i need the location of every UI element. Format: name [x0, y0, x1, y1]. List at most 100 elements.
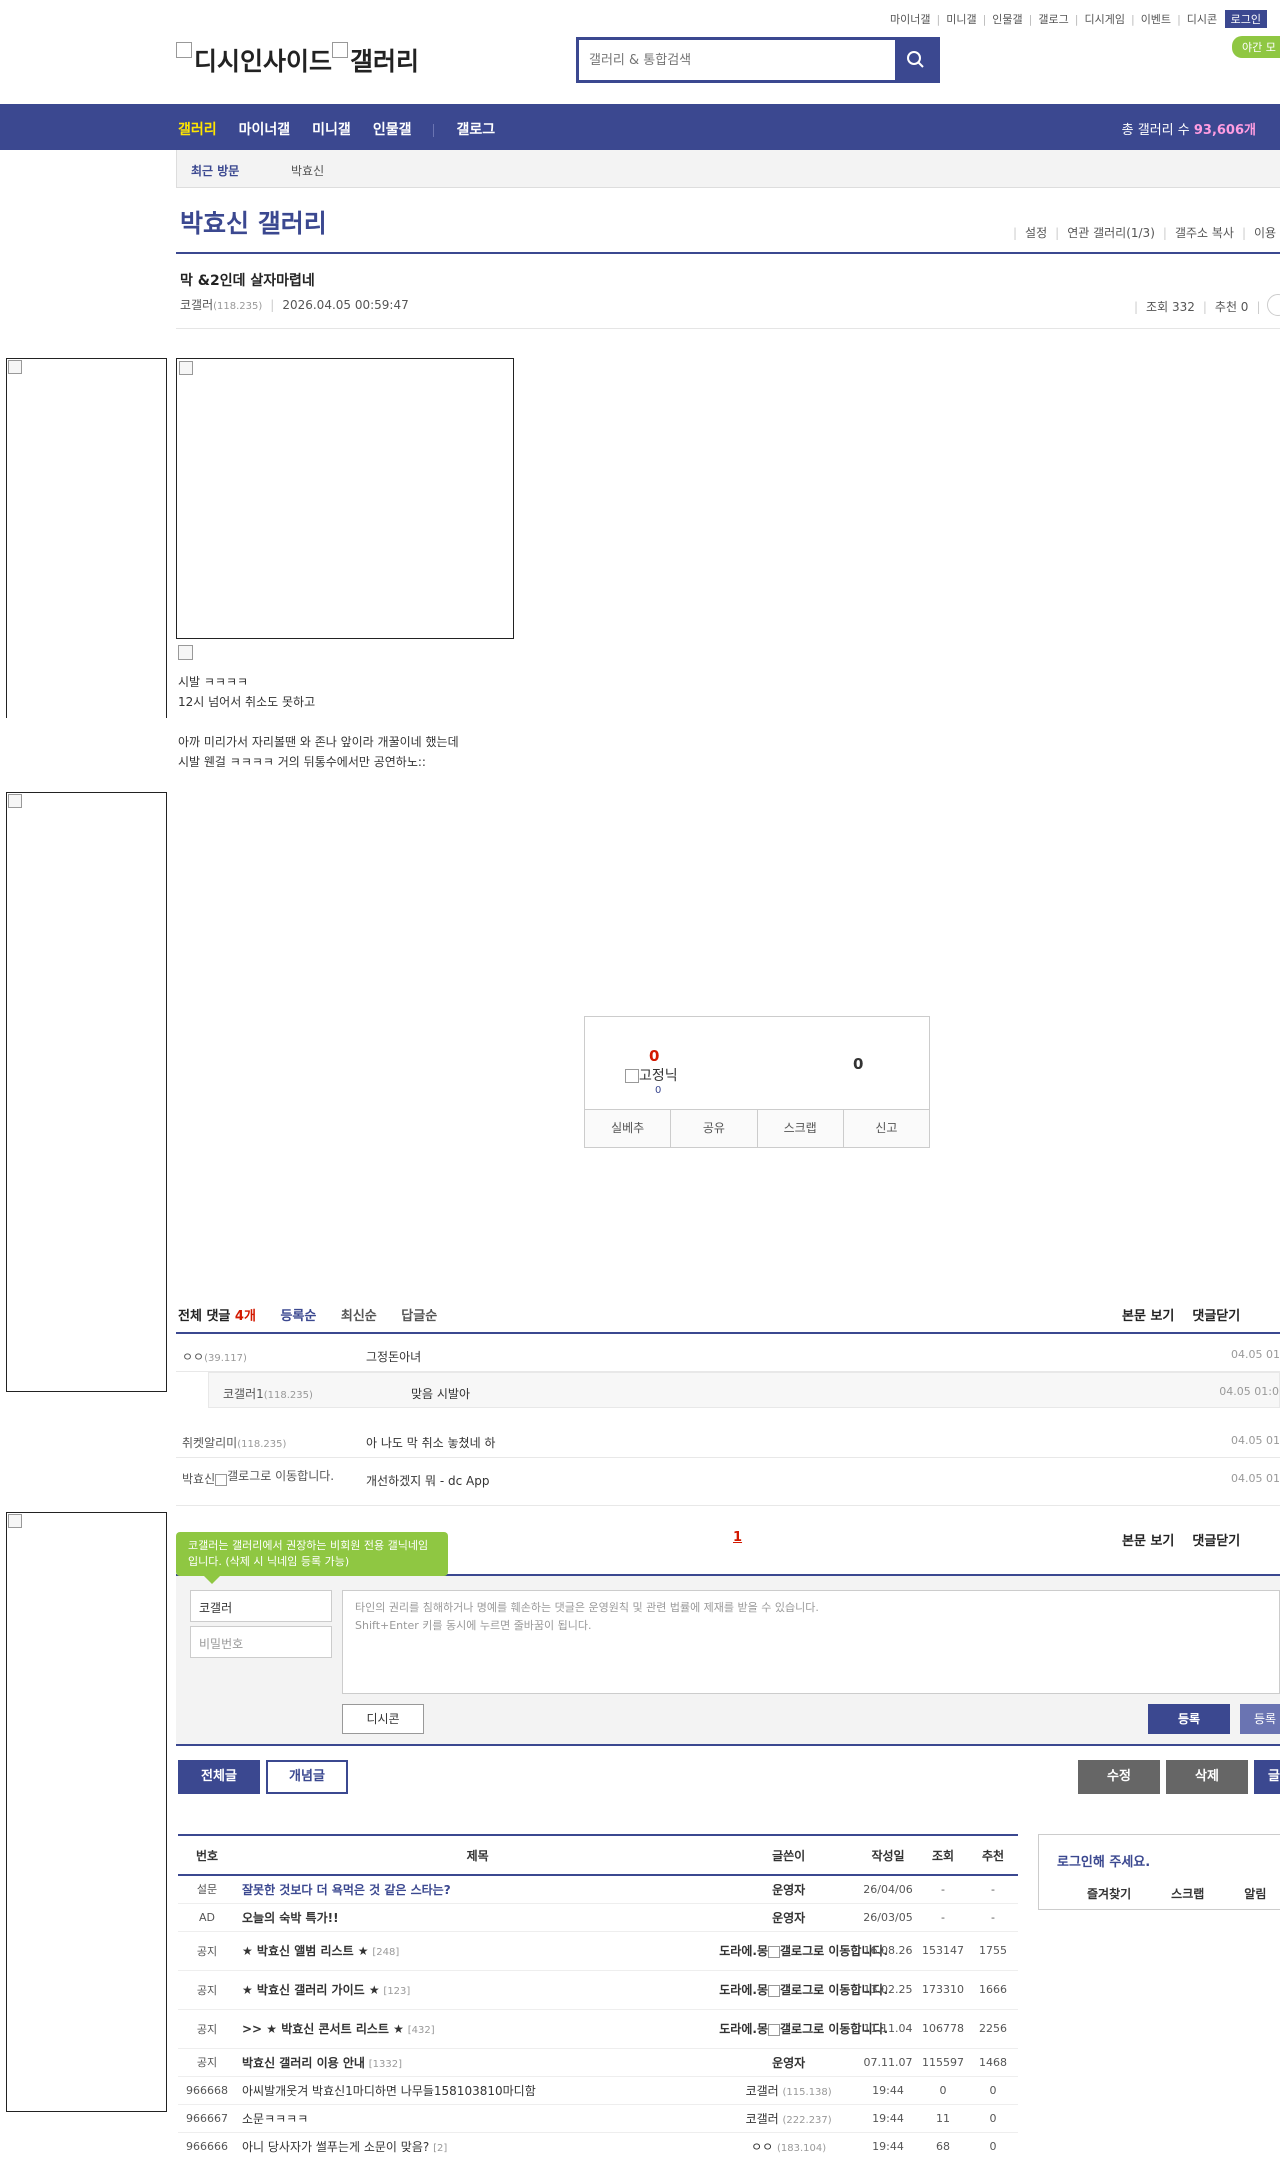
- table-row[interactable]: 966667 소문ㅋㅋㅋㅋ 코갤러 (222.237) 19:44 11 0: [178, 2104, 1018, 2133]
- dccon-button[interactable]: 디시콘: [342, 1704, 424, 1734]
- nav-item-mini[interactable]: 미니갤: [312, 122, 351, 138]
- recent-visit-item[interactable]: 박효신: [291, 162, 324, 179]
- top-link-mini[interactable]: 미니갤: [946, 13, 976, 26]
- top-link-person[interactable]: 인물갤: [992, 13, 1022, 26]
- row-writer[interactable]: 도라에.몽: [719, 1983, 768, 1997]
- login-prompt[interactable]: 로그인해 주세요.: [1057, 1851, 1150, 1870]
- row-subject[interactable]: 아니 당사자가 썰푸는게 소문이 맞음?: [242, 2140, 429, 2154]
- night-mode-toggle[interactable]: 야간 모: [1232, 36, 1280, 58]
- sort-by-replies[interactable]: 답글순: [401, 1309, 437, 1324]
- gallery-title[interactable]: 박효신 갤러리: [180, 204, 327, 240]
- more-options-button[interactable]: [1267, 294, 1280, 316]
- table-row[interactable]: 공지 ★ 박효신 앨범 리스트 ★ [248] 도라에.몽 갤로그로 이동합니다.…: [178, 1931, 1018, 1971]
- best-recommend-button[interactable]: 실베추: [585, 1110, 672, 1147]
- favorites-link[interactable]: 즐겨찾기: [1087, 1887, 1131, 1901]
- gallog-move-label[interactable]: 갤로그로 이동합니다.: [780, 1983, 888, 1998]
- delete-button[interactable]: 삭제: [1166, 1760, 1248, 1794]
- search-input[interactable]: [579, 40, 895, 80]
- row-writer[interactable]: 도라에.몽: [719, 2022, 768, 2036]
- comment-nick[interactable]: 코갤러1(118.235): [223, 1385, 313, 1402]
- copy-address-link[interactable]: 갤주소 복사: [1175, 226, 1234, 240]
- nav-item-person[interactable]: 인물갤: [373, 122, 412, 138]
- row-subject[interactable]: 박효신 갤러리 이용 안내: [242, 2056, 365, 2070]
- nav-item-gallog[interactable]: 갤로그: [456, 122, 495, 138]
- write-button[interactable]: 글: [1254, 1760, 1280, 1794]
- post-author[interactable]: 코갤러: [180, 298, 213, 312]
- comment-textarea[interactable]: 타인의 권리를 침해하거나 명예를 훼손하는 댓글은 운영원칙 및 관련 법률에…: [342, 1590, 1280, 1694]
- comment-nick[interactable]: 취켓알리미(118.235): [182, 1434, 286, 1451]
- row-subject[interactable]: ★ 박효신 갤러리 가이드 ★: [242, 1983, 380, 1997]
- gallog-move-label[interactable]: 갤로그로 이동합니다.: [780, 2022, 888, 2037]
- settings-link[interactable]: 설정: [1025, 226, 1047, 240]
- comment-nick[interactable]: 박효신 갤로그로 이동합니다.: [182, 1470, 334, 1487]
- post-image[interactable]: [176, 358, 514, 639]
- row-writer[interactable]: 운영자: [772, 1883, 805, 1897]
- table-row[interactable]: 966668 아씨발개웃겨 박효신1마디하면 나무들158103810마디함 코…: [178, 2076, 1018, 2105]
- row-subject[interactable]: ★ 박효신 앨범 리스트 ★: [242, 1944, 369, 1958]
- table-row[interactable]: 공지 ★ 박효신 갤러리 가이드 ★ [123] 도라에.몽 갤로그로 이동합니다…: [178, 1970, 1018, 2010]
- edit-button[interactable]: 수정: [1078, 1760, 1160, 1794]
- left-ad-banner[interactable]: [6, 792, 167, 1392]
- comment-submit-alt-button[interactable]: 등록: [1240, 1704, 1280, 1734]
- top-link-gallog[interactable]: 갤로그: [1038, 13, 1068, 26]
- close-comments-link[interactable]: 댓글닫기: [1192, 1534, 1240, 1549]
- share-button[interactable]: 공유: [671, 1110, 758, 1147]
- usage-link[interactable]: 이용: [1254, 226, 1276, 240]
- notifications-link[interactable]: 알림: [1244, 1887, 1266, 1901]
- row-writer[interactable]: 도라에.몽: [719, 1944, 768, 1958]
- close-comments-link[interactable]: 댓글닫기: [1192, 1309, 1240, 1324]
- top-link-minor[interactable]: 마이너갤: [890, 13, 930, 26]
- gallog-move-label[interactable]: 갤로그로 이동합니다.: [227, 1470, 334, 1483]
- site-logo[interactable]: 디시인사이드 갤러리: [176, 42, 419, 78]
- row-writer[interactable]: 운영자: [772, 2056, 805, 2070]
- row-writer[interactable]: ㅇㅇ: [751, 2140, 773, 2154]
- concept-posts-button[interactable]: 개념글: [266, 1760, 348, 1794]
- broken-image-icon: [768, 2023, 780, 2036]
- row-writer-ip: (222.237): [782, 2114, 832, 2126]
- row-subject[interactable]: 소문ㅋㅋㅋㅋ: [242, 2112, 308, 2126]
- table-row[interactable]: 966666 아니 당사자가 썰푸는게 소문이 맞음? [2] ㅇㅇ (183.…: [178, 2132, 1018, 2160]
- top-link-dcgame[interactable]: 디시게임: [1084, 13, 1124, 26]
- nav-item-gallery[interactable]: 갤러리: [178, 122, 217, 138]
- upvote-count[interactable]: 0: [649, 1047, 659, 1065]
- row-subject[interactable]: 아씨발개웃겨 박효신1마디하면 나무들158103810마디함: [242, 2084, 536, 2098]
- row-subject[interactable]: >> ★ 박효신 콘서트 리스트 ★: [242, 2022, 404, 2036]
- comment-submit-button[interactable]: 등록: [1148, 1704, 1230, 1734]
- comment-text: 개선하겠지 뭐 - dc App: [366, 1474, 490, 1488]
- downvote-count[interactable]: 0: [853, 1055, 863, 1073]
- nickname-field[interactable]: 코갤러: [190, 1590, 332, 1622]
- search-button[interactable]: [895, 40, 937, 80]
- row-writer[interactable]: 코갤러: [746, 2084, 779, 2098]
- comment-page-number[interactable]: 1: [733, 1530, 742, 1545]
- row-views: -: [918, 1903, 968, 1932]
- row-writer[interactable]: 운영자: [772, 1911, 805, 1925]
- table-row[interactable]: AD 오늘의 숙박 특가!! 운영자 26/03/05 - -: [178, 1903, 1018, 1932]
- report-button[interactable]: 신고: [844, 1110, 929, 1147]
- gallery-title-links: | 설정 | 연관 갤러리(1/3) | 갤주소 복사 | 이용: [1013, 226, 1277, 240]
- view-body-link[interactable]: 본문 보기: [1122, 1309, 1174, 1324]
- view-body-link[interactable]: 본문 보기: [1122, 1534, 1174, 1549]
- row-subject[interactable]: 잘못한 것보다 더 욕먹은 것 같은 스타는?: [242, 1883, 451, 1897]
- top-link-dccon[interactable]: 디시콘: [1187, 13, 1217, 26]
- related-galleries-link[interactable]: 연관 갤러리(1/3): [1067, 226, 1155, 240]
- gallog-move-label[interactable]: 갤로그로 이동합니다.: [780, 1944, 888, 1959]
- nav-item-minor[interactable]: 마이너갤: [239, 122, 291, 138]
- table-row[interactable]: 공지 박효신 갤러리 이용 안내 [1332] 운영자 07.11.07 115…: [178, 2048, 1018, 2077]
- scrap-button[interactable]: 스크랩: [758, 1110, 844, 1147]
- scrap-link[interactable]: 스크랩: [1171, 1887, 1204, 1901]
- left-ad-banner[interactable]: [6, 358, 167, 718]
- all-posts-button[interactable]: 전체글: [178, 1760, 260, 1794]
- left-ad-banner[interactable]: [6, 1512, 167, 2112]
- top-link-event[interactable]: 이벤트: [1141, 13, 1171, 26]
- comment-nick[interactable]: ㅇㅇ(39.117): [182, 1348, 247, 1365]
- password-field[interactable]: 비밀번호: [190, 1626, 332, 1658]
- row-subject[interactable]: 오늘의 숙박 특가!!: [242, 1911, 339, 1925]
- sort-by-registered[interactable]: 등록순: [280, 1309, 316, 1324]
- table-row[interactable]: 공지 >> ★ 박효신 콘서트 리스트 ★ [432] 도라에.몽 갤로그로 이동…: [178, 2009, 1018, 2049]
- broken-image-icon: [8, 1514, 22, 1528]
- table-row[interactable]: 설문 잘못한 것보다 더 욕먹은 것 같은 스타는? 운영자 26/04/06 …: [178, 1875, 1018, 1904]
- row-writer[interactable]: 코갤러: [746, 2112, 779, 2126]
- logo-text-gallery: 갤러리: [350, 47, 420, 76]
- login-button[interactable]: 로그인: [1224, 10, 1268, 28]
- sort-by-latest[interactable]: 최신순: [341, 1309, 377, 1324]
